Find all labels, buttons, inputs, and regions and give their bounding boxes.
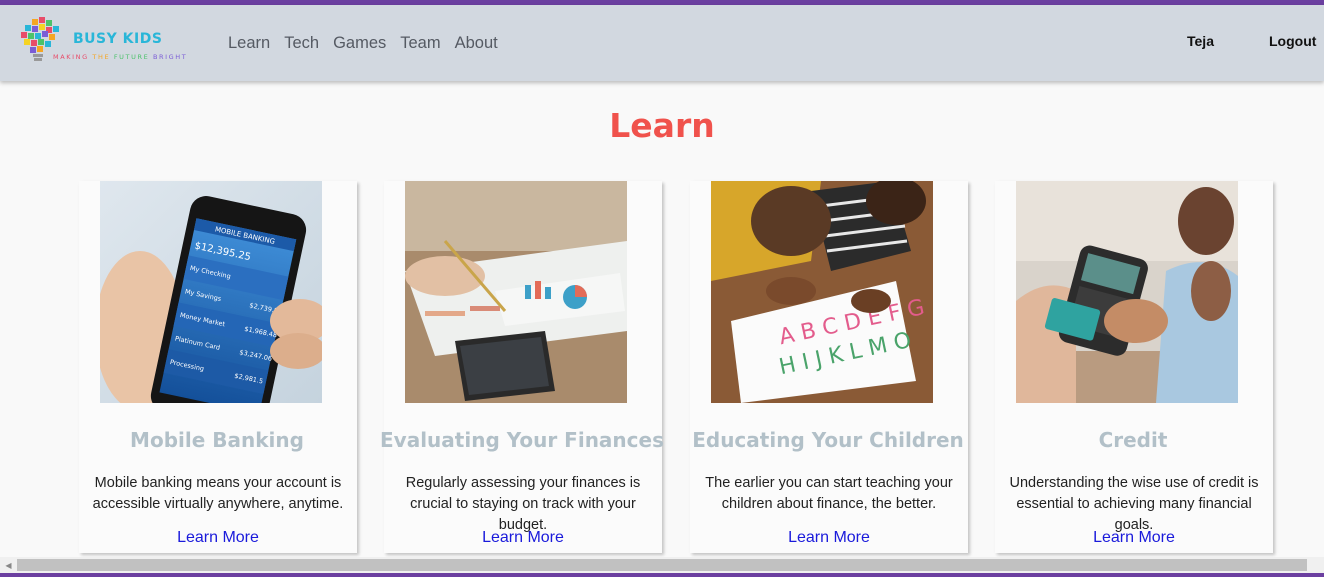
card-image-credit (1016, 181, 1238, 403)
finances-illustration (405, 181, 627, 403)
card-educating-children: A B C D E F G H I J K L M O Educating Yo… (690, 181, 968, 553)
learn-more-link[interactable]: Learn More (995, 529, 1273, 547)
scrollbar-thumb[interactable] (17, 559, 1307, 571)
card-evaluating-finances: Evaluating Your Finances Regularly asses… (380, 181, 664, 553)
horizontal-scrollbar[interactable]: ◀ (0, 557, 1324, 573)
phone-illustration: MOBILE BANKING $12,395.25 My Checking My… (100, 181, 322, 403)
card-title: Evaluating Your Finances (380, 428, 664, 452)
card-description: Understanding the wise use of credit is … (1009, 475, 1259, 533)
children-illustration: A B C D E F G H I J K L M O (711, 181, 933, 403)
card-image-finances (405, 181, 627, 403)
card-description: The earlier you can start teaching your … (705, 475, 953, 512)
card-title: Mobile Banking (130, 428, 304, 452)
card-image-children: A B C D E F G H I J K L M O (711, 181, 933, 403)
card-mobile-banking: MOBILE BANKING $12,395.25 My Checking My… (79, 181, 357, 553)
credit-illustration (1016, 181, 1238, 403)
card-grid: MOBILE BANKING $12,395.25 My Checking My… (0, 0, 1324, 577)
learn-more-link[interactable]: Learn More (690, 529, 968, 547)
card-description: Regularly assessing your finances is cru… (405, 475, 641, 533)
card-description: Mobile banking means your account is acc… (92, 475, 344, 512)
scroll-left-icon[interactable]: ◀ (0, 557, 17, 573)
learn-more-link[interactable]: Learn More (384, 529, 662, 547)
learn-more-link[interactable]: Learn More (79, 529, 357, 547)
bottom-accent-stripe (0, 573, 1324, 577)
card-image-phone: MOBILE BANKING $12,395.25 My Checking My… (100, 181, 322, 403)
card-title: Credit (1098, 428, 1168, 452)
card-title: Educating Your Children (692, 428, 964, 452)
card-credit: Credit Understanding the wise use of cre… (995, 181, 1273, 553)
